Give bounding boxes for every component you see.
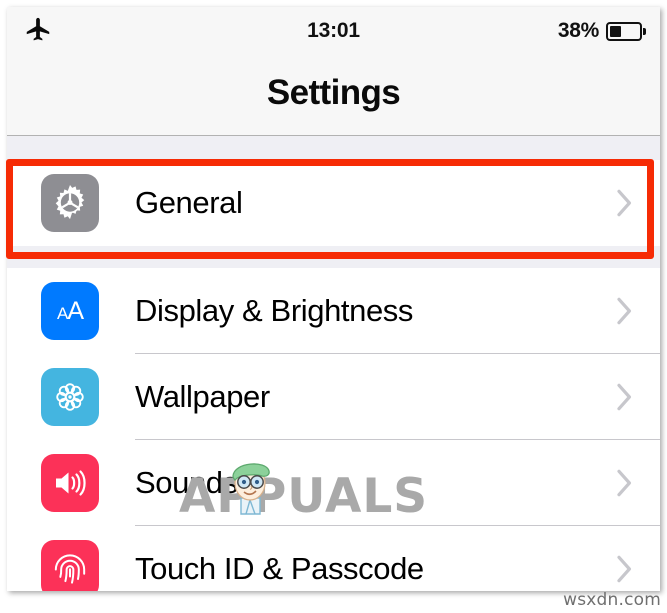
wsxdn-watermark: wsxdn.com [563,590,661,610]
list-group-gap-top [7,136,660,160]
chevron-right-icon [617,555,632,583]
battery-percent-label: 38% [557,19,599,42]
sidebar-item-general[interactable]: General [7,160,660,246]
list-group-gap-middle [7,246,660,268]
page-title: Settings [266,73,401,112]
speaker-volume-icon [41,454,99,512]
battery-icon [606,21,646,41]
text-size-aa-icon: AA [41,282,99,340]
sidebar-item-label: Display & Brightness [135,293,414,328]
sidebar-item-display-brightness[interactable]: AA Display & Brightness [7,268,660,354]
status-bar: 13:01 38% [7,7,660,55]
status-bar-right: 38% [558,19,646,43]
sidebar-item-label: General [135,185,243,220]
gear-icon [41,174,99,232]
sidebar-item-wallpaper[interactable]: Wallpaper [7,354,660,440]
sidebar-item-label: Wallpaper [135,379,270,414]
phone-screen: 13:01 38% Settings General A A Display &… [7,7,660,591]
chevron-right-icon [617,469,632,497]
chevron-right-icon [617,297,632,325]
sidebar-item-label: Touch ID & Passcode [135,551,424,586]
fingerprint-icon [41,540,99,591]
settings-group-appearance: AA Display & Brightness Wallpaper Sounds… [7,268,660,591]
settings-group-general: General [7,160,660,246]
settings-list: General AA Display & Brightness Wallpape… [7,136,660,591]
sidebar-item-label: Sounds [135,465,238,500]
wallpaper-flower-icon [41,368,99,426]
sidebar-item-touch-id-passcode[interactable]: Touch ID & Passcode [7,526,660,591]
navigation-bar: Settings [7,55,660,136]
sidebar-item-sounds[interactable]: Sounds [7,440,660,526]
chevron-right-icon [617,383,632,411]
chevron-right-icon [617,189,632,217]
screenshot-canvas: 13:01 38% Settings General A A Display &… [0,0,667,613]
